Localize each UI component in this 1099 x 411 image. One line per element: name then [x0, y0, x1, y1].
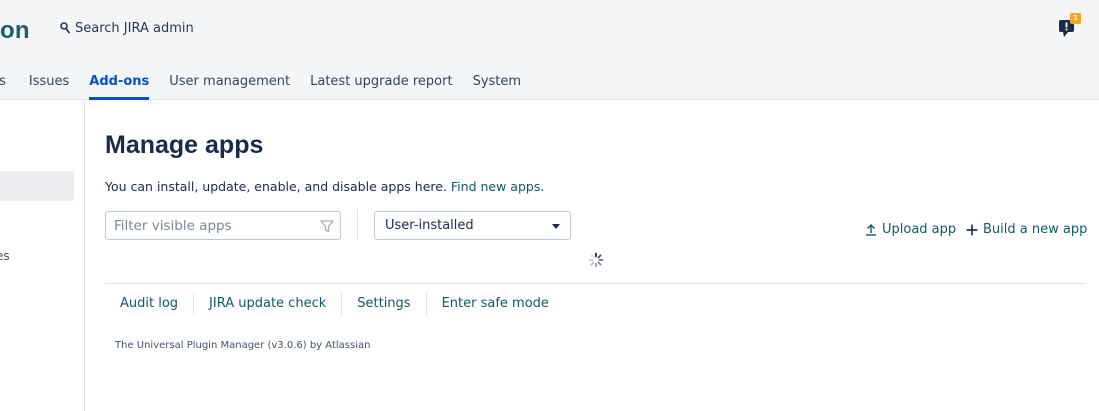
page-description: You can install, update, enable, and dis… — [105, 179, 544, 194]
description-text: You can install, update, enable, and dis… — [105, 179, 447, 194]
loading-spinner-icon — [588, 252, 604, 268]
search-label: Search JIRA admin — [75, 20, 194, 36]
app-title: on — [0, 17, 30, 44]
app-type-select[interactable]: User-installed — [374, 211, 571, 240]
admin-header: on Search JIRA admin 1 ts Issues Add-ons… — [0, 0, 1099, 100]
notification-badge: 1 — [1070, 13, 1081, 24]
build-new-app-button[interactable]: Build a new app — [966, 222, 1087, 237]
admin-tabs: ts Issues Add-ons User management Latest… — [0, 70, 531, 100]
upload-app-label: Upload app — [882, 222, 957, 237]
upm-version-note: The Universal Plugin Manager (v3.0.6) by… — [115, 340, 371, 351]
search-icon — [60, 22, 70, 34]
sidebar-item-partial[interactable]: es — [0, 249, 10, 263]
tab-add-ons[interactable]: Add-ons — [79, 70, 159, 100]
filter-visible-apps-input[interactable] — [106, 212, 306, 239]
jira-admin-page: on Search JIRA admin 1 ts Issues Add-ons… — [0, 0, 1099, 411]
find-new-apps-link[interactable]: Find new apps. — [451, 179, 544, 194]
upm-footer-links: Audit log JIRA update check Settings Ent… — [105, 293, 564, 315]
plus-icon — [966, 224, 978, 235]
sidebar: es — [0, 101, 85, 411]
upload-app-button[interactable]: Upload app — [865, 222, 956, 237]
funnel-icon — [320, 220, 334, 233]
caret-down-icon — [552, 224, 560, 229]
tab-user-management[interactable]: User management — [159, 70, 300, 100]
enter-safe-mode-link[interactable]: Enter safe mode — [425, 293, 564, 315]
page-title: Manage apps — [105, 131, 264, 159]
tab-system[interactable]: System — [463, 70, 531, 100]
sidebar-item-selected[interactable] — [0, 171, 74, 201]
filter-divider — [357, 209, 358, 240]
content-divider — [105, 283, 1085, 284]
settings-link[interactable]: Settings — [341, 293, 425, 315]
search-jira-admin[interactable]: Search JIRA admin — [60, 19, 194, 37]
app-type-selected-value: User-installed — [385, 218, 474, 233]
audit-log-link[interactable]: Audit log — [105, 293, 193, 315]
tab-latest-upgrade-report[interactable]: Latest upgrade report — [300, 70, 462, 100]
filter-field — [105, 211, 341, 240]
upload-icon — [866, 224, 876, 236]
tab-issues[interactable]: Issues — [19, 70, 79, 100]
build-new-app-label: Build a new app — [983, 222, 1088, 237]
notifications-button[interactable]: 1 — [1058, 13, 1082, 38]
tab-partial[interactable]: ts — [0, 70, 19, 100]
jira-update-check-link[interactable]: JIRA update check — [193, 293, 341, 315]
